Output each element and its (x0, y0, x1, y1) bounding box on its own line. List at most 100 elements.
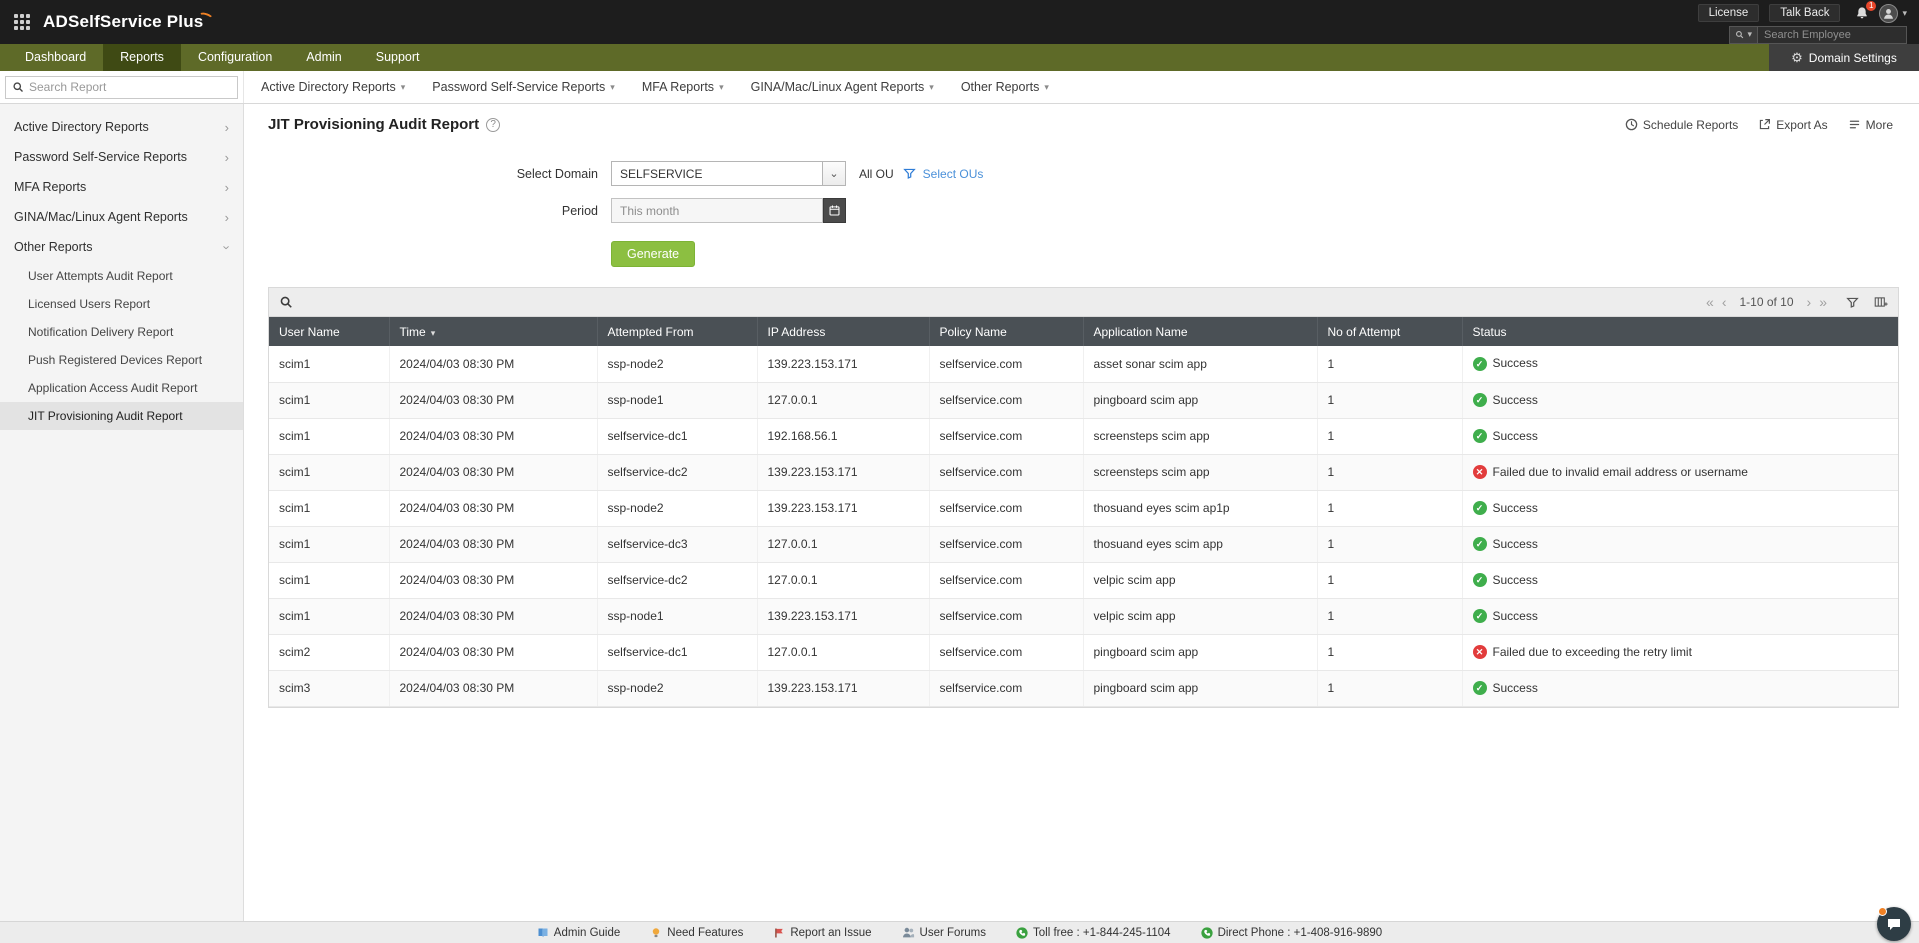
calendar-icon (828, 204, 841, 217)
report-search-input[interactable] (29, 80, 231, 94)
help-icon[interactable]: ? (486, 117, 501, 132)
cell-policy-name: selfservice.com (929, 490, 1084, 527)
footer-link-direct-phone[interactable]: Direct Phone : +1-408-916-9890 (1200, 927, 1382, 939)
calendar-button[interactable] (823, 198, 846, 223)
column-header-status[interactable]: Status (1462, 317, 1898, 346)
footer-link-user-forums[interactable]: User Forums (902, 926, 986, 939)
status-text: Success (1492, 500, 1538, 515)
tab-dashboard[interactable]: Dashboard (8, 44, 103, 71)
table-row[interactable]: scim1 2024/04/03 08:30 PM selfservice-dc… (269, 562, 1898, 599)
app-logo: ADSelfService Plus (43, 11, 215, 32)
table-row[interactable]: scim1 2024/04/03 08:30 PM selfservice-dc… (269, 418, 1898, 455)
tab-configuration[interactable]: Configuration (181, 44, 289, 71)
table-row[interactable]: scim3 2024/04/03 08:30 PM ssp-node2 139.… (269, 670, 1898, 707)
table-row[interactable]: scim1 2024/04/03 08:30 PM ssp-node1 127.… (269, 382, 1898, 419)
status-text: Success (1492, 536, 1538, 551)
ou-scope-label: All OU (859, 166, 894, 181)
sidebar-item-jit-provisioning-audit-report[interactable]: JIT Provisioning Audit Report (0, 402, 243, 430)
prev-page-button[interactable]: ‹ (1718, 294, 1731, 310)
employee-search-input[interactable] (1757, 25, 1907, 44)
tab-reports[interactable]: Reports (103, 44, 181, 71)
subnav-menu-password-self-service-reports[interactable]: Password Self-Service Reports ▾ (432, 80, 615, 94)
table-row[interactable]: scim1 2024/04/03 08:30 PM ssp-node2 139.… (269, 346, 1898, 383)
export-as-button[interactable]: Export As (1758, 118, 1828, 132)
table-row[interactable]: scim2 2024/04/03 08:30 PM selfservice-dc… (269, 634, 1898, 671)
sidebar-group-mfa-reports[interactable]: MFA Reports › (0, 172, 243, 202)
more-button[interactable]: More (1848, 118, 1893, 132)
book-icon (537, 927, 549, 939)
cell-user-name: scim1 (269, 598, 390, 635)
cell-application-name: asset sonar scim app (1083, 346, 1318, 383)
apps-grid-icon[interactable] (14, 14, 30, 30)
column-header-no-of-attempt[interactable]: No of Attempt (1317, 317, 1463, 346)
cell-application-name: screensteps scim app (1083, 418, 1318, 455)
domain-select[interactable]: SELFSERVICE ⌄ (611, 161, 846, 186)
nav-tabs: Dashboard Reports Configuration Admin Suppor… (0, 44, 437, 71)
status-text: Failed due to invalid email address or u… (1492, 464, 1748, 479)
ou-filter-icon[interactable] (902, 167, 916, 180)
license-button[interactable]: License (1697, 4, 1760, 22)
next-page-button[interactable]: › (1803, 294, 1816, 310)
footer-link-report-an-issue[interactable]: Report an Issue (773, 927, 872, 939)
cell-policy-name: selfservice.com (929, 598, 1084, 635)
column-header-policy-name[interactable]: Policy Name (929, 317, 1084, 346)
column-header-application-name[interactable]: Application Name (1083, 317, 1318, 346)
chevron-icon: › (224, 209, 229, 225)
footer-link-label: Admin Guide (553, 926, 621, 939)
sidebar-group-other-reports[interactable]: Other Reports › (0, 232, 243, 262)
footer-links: Admin Guide Need Features Report an Issue U… (537, 926, 1382, 939)
cell-user-name: scim1 (269, 490, 390, 527)
table-row[interactable]: scim1 2024/04/03 08:30 PM ssp-node2 139.… (269, 490, 1898, 527)
notifications-button[interactable]: 1 (1855, 1, 1877, 20)
chat-widget-button[interactable] (1877, 907, 1911, 941)
cell-status: ✕ Failed due to exceeding the retry limit (1462, 634, 1898, 671)
table-row[interactable]: scim1 2024/04/03 08:30 PM selfservice-dc… (269, 454, 1898, 491)
subnav-menu-gina-mac-linux-agent-reports[interactable]: GINA/Mac/Linux Agent Reports ▾ (751, 80, 934, 94)
column-header-time[interactable]: Time ▾ (389, 317, 598, 346)
filter-icon[interactable] (1846, 296, 1859, 309)
sidebar-item-label: Application Access Audit Report (28, 381, 198, 395)
table-row[interactable]: scim1 2024/04/03 08:30 PM ssp-node1 139.… (269, 598, 1898, 635)
column-header-user-name[interactable]: User Name (269, 317, 390, 346)
sidebar-item-label: User Attempts Audit Report (28, 269, 173, 283)
table-row[interactable]: scim1 2024/04/03 08:30 PM selfservice-dc… (269, 526, 1898, 563)
subnav-menu-other-reports[interactable]: Other Reports ▾ (961, 80, 1049, 94)
user-menu-button[interactable]: ▾ (1879, 3, 1907, 23)
tab-admin[interactable]: Admin (289, 44, 358, 71)
export-icon (1758, 118, 1771, 131)
footer-link-toll-free[interactable]: Toll free : +1-844-245-1104 (1016, 927, 1171, 939)
select-ous-link[interactable]: Select OUs (923, 167, 984, 181)
tab-support[interactable]: Support (359, 44, 437, 71)
sidebar-item-notification-delivery-report[interactable]: Notification Delivery Report (0, 318, 243, 346)
cell-status: ✓ Success (1462, 598, 1898, 635)
sidebar-item-licensed-users-report[interactable]: Licensed Users Report (0, 290, 243, 318)
generate-button[interactable]: Generate (611, 241, 696, 267)
column-header-ip-address[interactable]: IP Address (757, 317, 930, 346)
last-page-button[interactable]: » (1815, 294, 1831, 310)
cell-user-name: scim1 (269, 382, 390, 419)
domain-settings-button[interactable]: ⚙ Domain Settings (1769, 44, 1919, 71)
column-chooser-icon[interactable] (1874, 295, 1888, 309)
period-input[interactable] (611, 198, 823, 223)
first-page-button[interactable]: « (1702, 294, 1718, 310)
cell-application-name: pingboard scim app (1083, 670, 1318, 707)
sidebar-group-gina-mac-linux-agent-reports[interactable]: GINA/Mac/Linux Agent Reports › (0, 202, 243, 232)
table-search-icon[interactable] (279, 295, 293, 309)
subnav-menu-active-directory-reports[interactable]: Active Directory Reports ▾ (261, 80, 405, 94)
footer-link-admin-guide[interactable]: Admin Guide (537, 927, 620, 939)
cell-user-name: scim3 (269, 670, 390, 707)
footer-link-need-features[interactable]: Need Features (650, 927, 743, 939)
talkback-button[interactable]: Talk Back (1769, 4, 1841, 22)
sidebar-group-active-directory-reports[interactable]: Active Directory Reports › (0, 112, 243, 142)
employee-search-scope-button[interactable]: ▾ (1729, 25, 1757, 44)
sidebar-item-user-attempts-audit-report[interactable]: User Attempts Audit Report (0, 262, 243, 290)
cell-policy-name: selfservice.com (929, 346, 1084, 383)
sidebar-item-application-access-audit-report[interactable]: Application Access Audit Report (0, 374, 243, 402)
cell-ip-address: 139.223.153.171 (757, 598, 930, 635)
column-header-attempted-from[interactable]: Attempted From (597, 317, 758, 346)
content-area: Active Directory Reports › Password Self-S… (0, 104, 1919, 921)
schedule-reports-button[interactable]: Schedule Reports (1625, 118, 1738, 132)
sidebar-group-password-self-service-reports[interactable]: Password Self-Service Reports › (0, 142, 243, 172)
sidebar-item-push-registered-devices-report[interactable]: Push Registered Devices Report (0, 346, 243, 374)
subnav-menu-mfa-reports[interactable]: MFA Reports ▾ (642, 80, 724, 94)
